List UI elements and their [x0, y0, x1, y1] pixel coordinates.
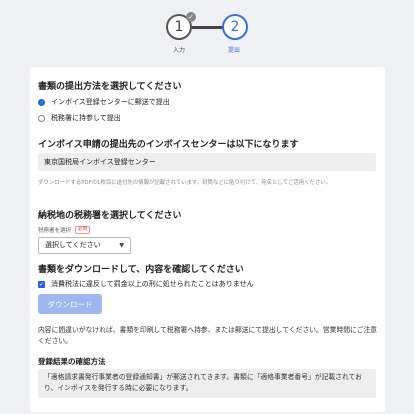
step-1-number: 1: [174, 19, 184, 35]
tax-office-title: 納税地の税務署を選択してください: [38, 211, 182, 221]
chevron-down-icon: ▼: [119, 242, 124, 249]
form-card: 書類の提出方法を選択してください インボイス登録センターに郵送で提出 税務署に持…: [30, 67, 385, 412]
tax-office-label-text: 税務署を選択: [38, 228, 72, 234]
invoice-center-title: インボイス申請の提出先のインボイスセンターは以下になります: [38, 140, 299, 150]
submission-method-title: 書類の提出方法を選択してください: [38, 82, 182, 92]
step-2-circle: 2: [222, 14, 248, 40]
result-title: 登録結果の確認方法: [38, 357, 106, 366]
invoice-center-note: ダウンロードするPDFの1枚目に送付先の情報が記載されています。封筒などに貼り付…: [38, 180, 332, 186]
download-button[interactable]: ダウンロード: [38, 294, 102, 314]
required-badge: 必須: [75, 226, 91, 234]
confirm-checkbox[interactable]: ✓ 消費税法に違反して罰金以上の刑に処せられたことはありません: [38, 279, 254, 289]
radio-bring[interactable]: 税務署に持参して提出: [38, 113, 121, 123]
instructions-text: 内容に間違いがなければ、書類を印刷して税務署へ持参、または郵送にて提出してくださ…: [38, 326, 378, 345]
tax-office-select[interactable]: 選択してください ▼: [38, 237, 131, 254]
step-2-label: 提出: [228, 47, 241, 54]
tax-office-field-label: 税務署を選択 必須: [38, 226, 91, 234]
progress-stepper: 1 ✓ 2 入力 提出: [0, 0, 414, 60]
radio-selected-icon[interactable]: [38, 98, 45, 106]
step-1-label: 入力: [173, 47, 186, 54]
radio-mail[interactable]: インボイス登録センターに郵送で提出: [38, 97, 170, 107]
radio-mail-label: インボイス登録センターに郵送で提出: [51, 98, 170, 106]
radio-bring-label: 税務署に持参して提出: [51, 114, 121, 122]
tax-office-select-value: 選択してください: [45, 241, 101, 249]
confirm-checkbox-label: 消費税法に違反して罰金以上の刑に処せられたことはありません: [51, 280, 254, 288]
radio-unselected-icon[interactable]: [38, 114, 45, 122]
checkbox-checked-icon[interactable]: ✓: [38, 280, 45, 288]
invoice-center-value: 東京国税局インボイス登録センター: [38, 153, 376, 171]
download-title: 書類をダウンロードして、内容を確認してください: [38, 265, 244, 275]
step-connector: [192, 26, 222, 29]
check-icon: ✓: [186, 12, 196, 22]
step-2-number: 2: [230, 19, 240, 35]
result-info-box: 「適格請求書発行事業者の登録通知書」が郵送されてきます。書類に「適格事業者番号」…: [38, 369, 376, 398]
